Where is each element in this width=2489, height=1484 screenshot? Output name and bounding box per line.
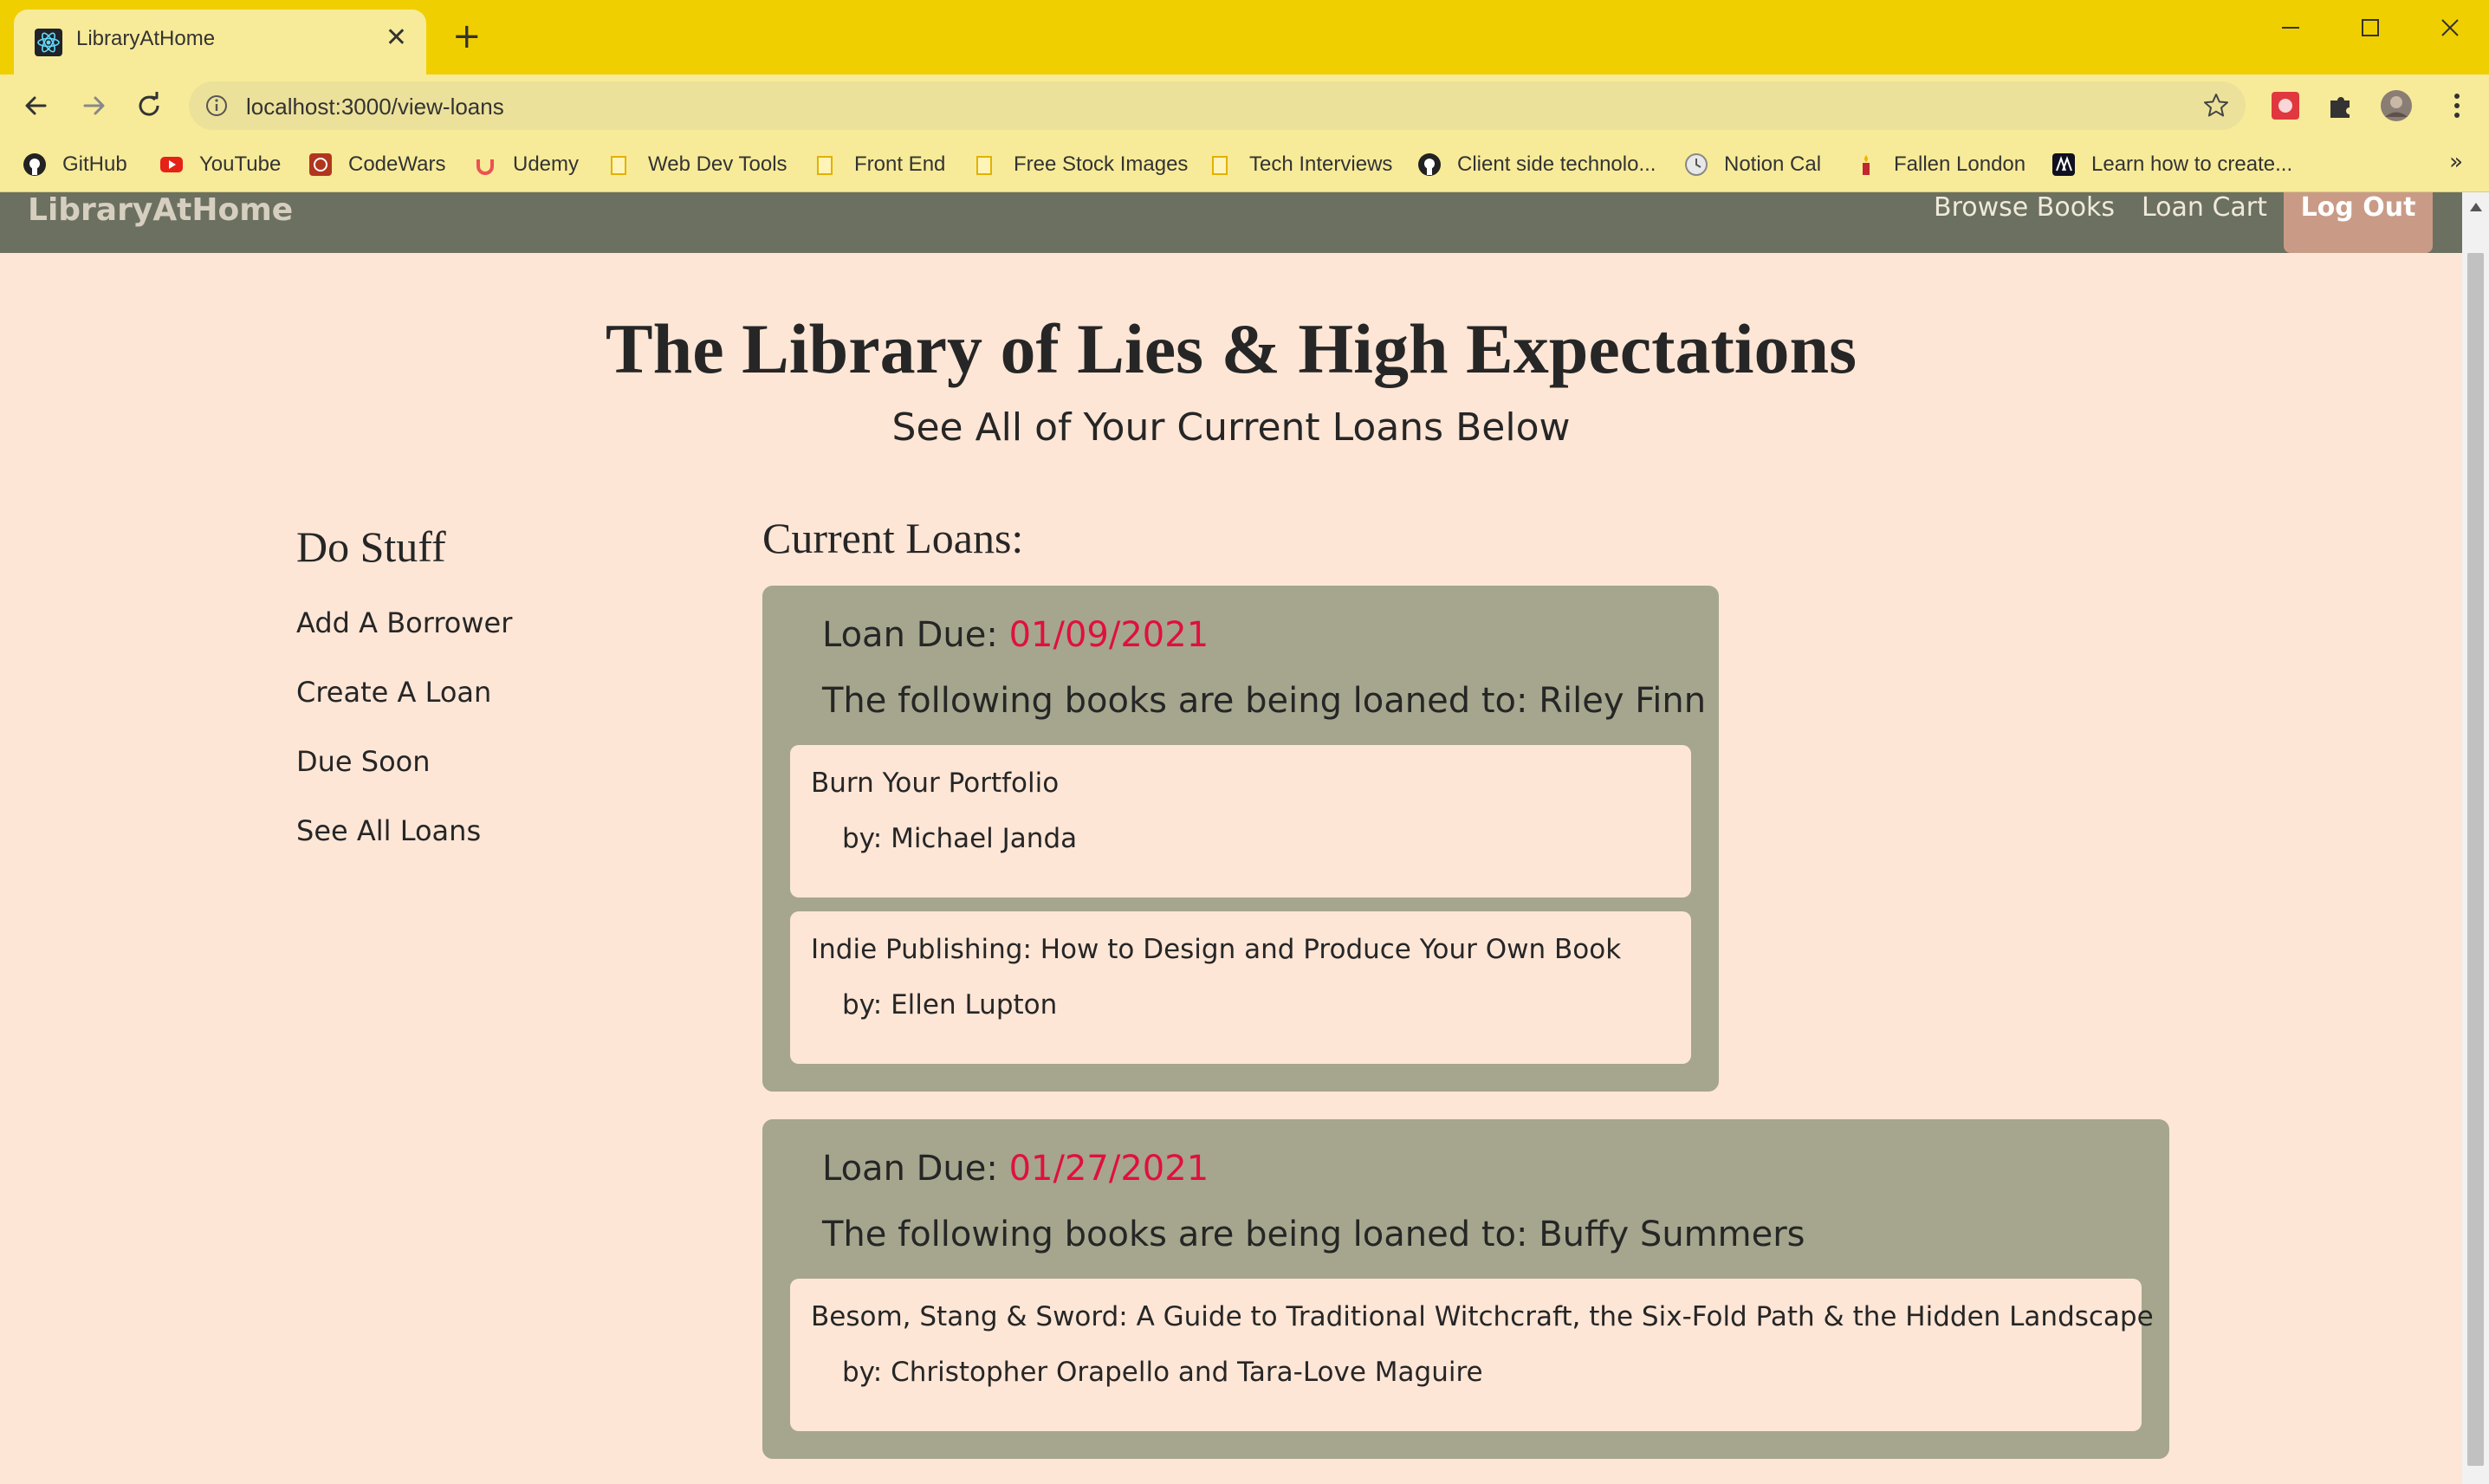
profile-avatar-icon[interactable] [2379,88,2414,123]
bookmark-client-side[interactable]: Client side technolo... [1417,147,1656,182]
book-author: by: Ellen Lupton [842,989,1058,1021]
bookmark-label: Tech Interviews [1249,152,1393,176]
bookmark-web-dev-tools[interactable]: Web Dev Tools [608,147,788,182]
bookmark-learn-how[interactable]: Learn how to create... [2051,147,2292,182]
tab-close-icon[interactable]: ✕ [386,25,407,51]
loan-to-label: The following books are being loaned to: [822,1215,1539,1254]
bookmark-front-end[interactable]: Front End [814,147,945,182]
tab-title: LibraryAtHome [76,27,216,50]
folder-icon [611,156,626,175]
loan-to-label: The following books are being loaned to: [822,681,1539,721]
sidebar-title: Do Stuff [296,522,446,571]
book-card: Indie Publishing: How to Design and Prod… [790,911,1691,1064]
borrower-name: Buffy Summers [1539,1215,1805,1254]
browser-toolbar: localhost:3000/view-loans [0,75,2489,137]
loan-borrower: The following books are being loaned to:… [822,1215,1805,1254]
udemy-icon [476,159,494,175]
bookmark-label: Web Dev Tools [648,152,788,176]
book-card: Burn Your Portfolio by: Michael Janda [790,745,1691,898]
loan-card: Loan Due: 01/27/2021 The following books… [762,1119,2169,1459]
scroll-thumb[interactable] [2467,253,2484,1466]
bookmark-label: Fallen London [1894,152,2026,176]
browser-titlebar: LibraryAtHome ✕ + [0,0,2489,75]
bookmark-star-icon[interactable] [2202,92,2230,120]
bookmark-label: Notion Cal [1724,152,1822,176]
book-author: by: Michael Janda [842,823,1078,854]
bookmark-label: Front End [854,152,946,176]
book-card: Besom, Stang & Sword: A Guide to Traditi… [790,1279,2154,1431]
nav-browse-books[interactable]: Browse Books [1934,192,2115,223]
book-author: by: Christopher Orapello and Tara-Love M… [842,1357,1483,1388]
bookmark-udemy[interactable]: Udemy [473,147,579,182]
bookmark-youtube[interactable]: YouTube [159,147,281,182]
book-title: Indie Publishing: How to Design and Prod… [811,934,1622,965]
maximize-icon[interactable] [2353,10,2388,45]
extensions-puzzle-icon[interactable] [2324,88,2358,123]
bookmark-free-stock-images[interactable]: Free Stock Images [974,147,1188,182]
bookmark-label: Free Stock Images [1014,152,1189,176]
bookmarks-overflow-icon[interactable]: » [2449,149,2463,175]
url-text[interactable]: localhost:3000/view-loans [246,94,504,120]
bookmark-notion-cal[interactable]: Notion Cal [1684,147,1821,182]
bookmark-codewars[interactable]: CodeWars [308,147,445,182]
bookmark-fallen-london[interactable]: Fallen London [1854,147,2026,182]
loan-due-label: Loan Due: [822,1149,1009,1189]
bookmark-github[interactable]: GitHub [23,147,127,182]
folder-icon [976,156,992,175]
github-icon [23,153,46,176]
extension-red-icon[interactable] [2268,88,2303,123]
page-viewport: LibraryAtHome Browse Books Loan Cart Log… [0,192,2462,1484]
bookmark-tech-interviews[interactable]: Tech Interviews [1209,147,1392,182]
bookmark-label: Udemy [513,152,580,176]
logout-button[interactable]: Log Out [2284,192,2433,253]
youtube-icon [160,157,183,172]
loan-due-date: 01/09/2021 [1008,615,1209,655]
loan-borrower: The following books are being loaned to:… [822,681,1706,721]
sidebar-link-see-all-loans[interactable]: See All Loans [296,814,481,847]
page-subtitle: See All of Your Current Loans Below [891,405,1571,450]
scroll-up-arrow-icon[interactable] [2470,203,2482,211]
aa-icon [2052,153,2075,176]
react-icon [35,29,62,56]
window-close-icon[interactable] [2433,10,2467,45]
sidebar-link-create-loan[interactable]: Create A Loan [296,676,491,709]
folder-icon [817,156,833,175]
folder-icon [1212,156,1228,175]
page-title: The Library of Lies & High Expectations [605,309,1857,388]
back-arrow-icon[interactable] [19,88,54,123]
minimize-icon[interactable] [2273,10,2308,45]
sidebar-link-add-borrower[interactable]: Add A Borrower [296,606,512,639]
address-bar[interactable]: localhost:3000/view-loans [189,81,2246,130]
bookmark-label: Client side technolo... [1457,152,1656,176]
loan-due-label: Loan Due: [822,615,1009,655]
loan-due: Loan Due: 01/27/2021 [822,1149,1209,1189]
page-scrollbar[interactable] [2462,192,2489,1484]
loan-due: Loan Due: 01/09/2021 [822,615,1209,655]
brand-logo[interactable]: LibraryAtHome [28,192,293,228]
codewars-icon [309,153,332,176]
bookmark-label: Learn how to create... [2091,152,2293,176]
sidebar-link-due-soon[interactable]: Due Soon [296,745,431,778]
loan-due-date: 01/27/2021 [1008,1149,1209,1189]
borrower-name: Riley Finn [1539,681,1707,721]
bookmark-label: GitHub [62,152,127,176]
info-icon[interactable] [204,94,229,118]
bookmark-label: YouTube [199,152,282,176]
clock-icon [1685,153,1708,176]
book-title: Burn Your Portfolio [811,768,1060,799]
loan-card: Loan Due: 01/09/2021 The following books… [762,586,1719,1092]
bookmarks-bar: GitHub YouTube CodeWars Udemy Web Dev To… [0,137,2489,192]
current-loans-heading: Current Loans: [762,514,1024,562]
bookmark-label: CodeWars [348,152,446,176]
site-navbar: LibraryAtHome Browse Books Loan Cart Log… [0,192,2462,253]
forward-arrow-icon[interactable] [76,88,111,123]
github-icon [1418,153,1441,176]
new-tab-icon[interactable]: + [452,19,482,54]
book-title: Besom, Stang & Sword: A Guide to Traditi… [811,1301,2154,1332]
reload-icon[interactable] [132,88,166,123]
candle-icon [1863,155,1870,175]
nav-loan-cart[interactable]: Loan Cart [2142,192,2267,223]
browser-tab[interactable]: LibraryAtHome ✕ [14,10,426,75]
kebab-menu-icon[interactable] [2440,88,2474,123]
